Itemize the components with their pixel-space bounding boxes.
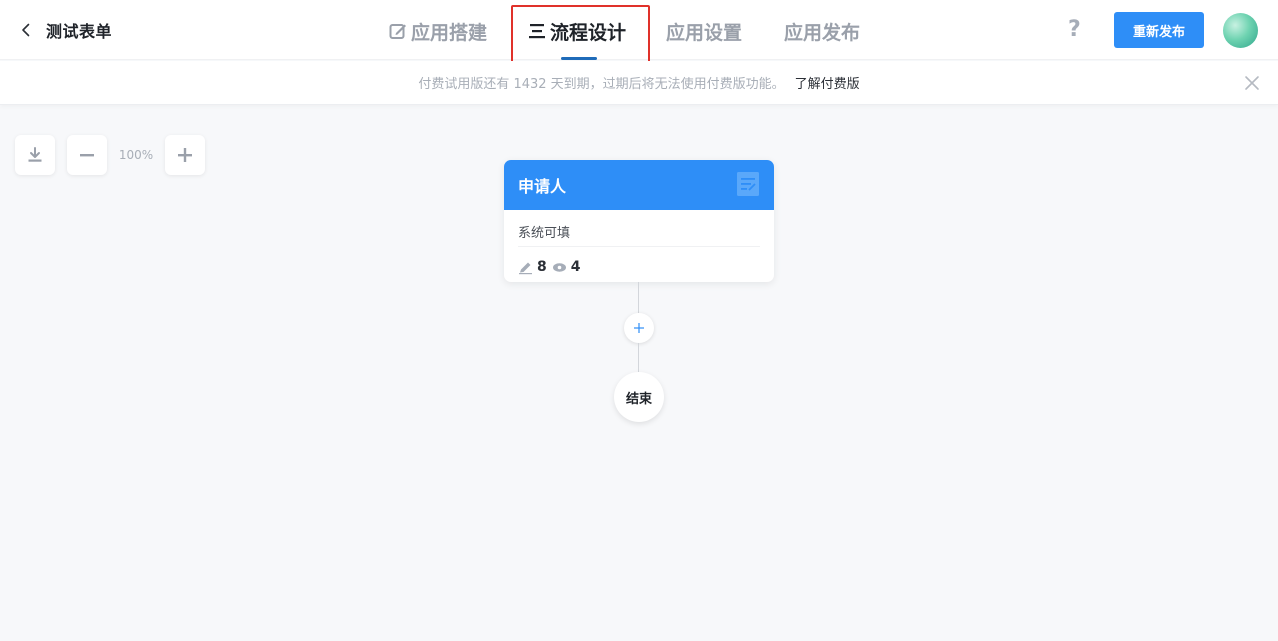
close-icon[interactable]	[1243, 74, 1261, 92]
eye-icon	[552, 262, 566, 272]
form-icon	[737, 172, 759, 196]
form-title: 测试表单	[46, 22, 113, 41]
plus-icon	[178, 148, 192, 162]
pencil-icon	[519, 262, 532, 274]
download-icon	[28, 147, 42, 162]
tab-label: 应用发布	[784, 21, 861, 44]
zoom-level: 100%	[118, 148, 154, 162]
plus-icon	[634, 323, 644, 333]
top-header: 测试表单 应用搭建 流程设计 应用设置 应用发布 ? 重新发布	[0, 0, 1278, 69]
add-node-button[interactable]	[624, 313, 654, 343]
tab-app-publish[interactable]: 应用发布	[784, 16, 860, 46]
trial-banner: 付费试用版还有 1432 天到期，过期后将无法使用付费版功能。 了解付费版	[0, 61, 1278, 105]
back-button[interactable]: 测试表单	[18, 18, 112, 42]
node-header: 申请人	[504, 160, 774, 210]
tab-app-build[interactable]: 应用搭建	[388, 16, 487, 46]
node-field-label: 系统可填	[518, 222, 760, 247]
flow-connector	[638, 343, 639, 372]
help-icon[interactable]: ?	[1068, 17, 1081, 42]
download-button[interactable]	[15, 135, 55, 175]
chevron-left-icon	[22, 23, 30, 37]
republish-button[interactable]: 重新发布	[1114, 12, 1204, 48]
view-count: 4	[570, 259, 581, 275]
edit-count: 8	[537, 259, 547, 275]
flow-connector	[638, 282, 639, 313]
tab-label: 应用设置	[666, 21, 743, 44]
highlight-box	[511, 5, 650, 69]
zoom-out-button[interactable]	[67, 135, 107, 175]
zoom-in-button[interactable]	[165, 135, 205, 175]
node-stats: 8 4	[518, 259, 760, 275]
applicant-node[interactable]: 申请人 系统可填 8 4	[504, 160, 774, 282]
tab-label: 应用搭建	[411, 21, 488, 44]
end-node: 结束	[614, 372, 664, 422]
tab-app-settings[interactable]: 应用设置	[666, 16, 742, 46]
learn-paid-link[interactable]: 了解付费版	[795, 73, 860, 92]
banner-text: 付费试用版还有 1432 天到期，过期后将无法使用付费版功能。	[418, 77, 785, 92]
avatar[interactable]	[1223, 13, 1258, 48]
node-title: 申请人	[518, 177, 567, 196]
minus-icon	[80, 154, 94, 157]
edit-icon	[389, 24, 406, 39]
